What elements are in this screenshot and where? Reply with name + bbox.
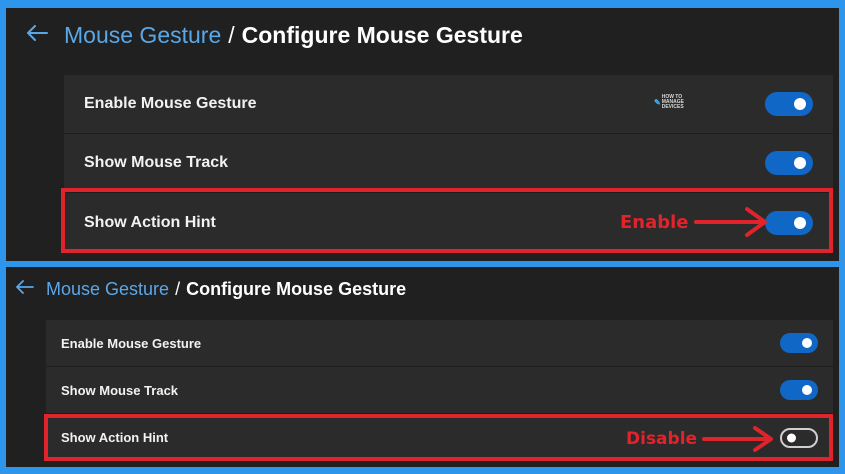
- setting-label: Show Action Hint: [61, 430, 169, 445]
- toggle-enable-mouse-gesture[interactable]: [780, 333, 818, 353]
- setting-row-show-mouse-track: Show Mouse Track: [64, 134, 833, 193]
- back-arrow-icon[interactable]: [16, 279, 34, 299]
- breadcrumb-link-mouse-gesture[interactable]: Mouse Gesture: [64, 22, 221, 49]
- arrow-right-icon: [702, 426, 774, 452]
- watermark-logo: ✎ HOW TO MANAGE DEVICES: [654, 95, 684, 110]
- annotation-label: Enable: [620, 211, 689, 233]
- toggle-knob: [802, 338, 812, 348]
- toggle-knob: [794, 216, 806, 229]
- breadcrumb: Mouse Gesture / Configure Mouse Gesture: [16, 275, 406, 303]
- setting-row-enable-mouse-gesture: Enable Mouse Gesture: [46, 320, 833, 367]
- watermark-line: DEVICES: [661, 104, 684, 110]
- annotation-label: Disable: [626, 429, 698, 449]
- toggle-show-mouse-track[interactable]: [765, 151, 813, 175]
- breadcrumb-separator: /: [228, 21, 235, 48]
- settings-panel-disabled: Mouse Gesture / Configure Mouse Gesture …: [6, 267, 839, 467]
- toggle-show-mouse-track[interactable]: [780, 380, 818, 400]
- setting-label: Enable Mouse Gesture: [84, 95, 257, 112]
- setting-row-show-mouse-track: Show Mouse Track: [46, 367, 833, 414]
- annotation-enable: Enable: [620, 204, 771, 240]
- toggle-knob: [787, 433, 796, 442]
- toggle-enable-mouse-gesture[interactable]: [765, 92, 813, 116]
- toggle-knob: [794, 98, 806, 110]
- page-title: Configure Mouse Gesture: [186, 278, 407, 299]
- breadcrumb-link-mouse-gesture[interactable]: Mouse Gesture: [46, 279, 169, 300]
- setting-label: Show Mouse Track: [61, 382, 179, 398]
- setting-label: Enable Mouse Gesture: [61, 335, 202, 351]
- settings-panel-enabled: Mouse Gesture / Configure Mouse Gesture …: [6, 8, 839, 261]
- setting-label: Show Mouse Track: [84, 154, 229, 171]
- setting-label: Show Action Hint: [84, 213, 216, 231]
- toggle-show-action-hint[interactable]: [765, 210, 813, 235]
- page-title: Configure Mouse Gesture: [241, 21, 523, 48]
- setting-row-enable-mouse-gesture: Enable Mouse Gesture: [64, 75, 833, 134]
- annotation-disable: Disable: [626, 424, 777, 454]
- toggle-knob: [794, 157, 806, 169]
- breadcrumb: Mouse Gesture / Configure Mouse Gesture: [26, 20, 523, 50]
- toggle-show-action-hint[interactable]: [780, 427, 818, 448]
- back-arrow-icon[interactable]: [26, 24, 48, 46]
- arrow-right-icon: [693, 207, 767, 237]
- toggle-knob: [802, 385, 812, 395]
- pencil-icon: ✎: [654, 98, 661, 107]
- breadcrumb-separator: /: [175, 278, 181, 299]
